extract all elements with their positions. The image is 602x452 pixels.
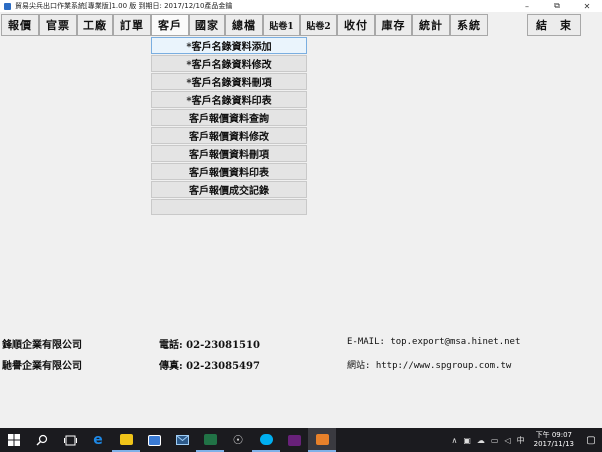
cloud-icon[interactable]: ☁ [477, 436, 485, 445]
menu-stick-roll-1[interactable]: 貼卷1 [263, 14, 300, 36]
store-icon[interactable] [140, 428, 168, 452]
company-fax: 傳真: 02-23085497 [159, 361, 260, 372]
menu-country[interactable]: 國家 [189, 14, 225, 36]
file-explorer-icon[interactable] [112, 428, 140, 452]
ime-indicator[interactable]: 中 [517, 435, 525, 446]
menu-invoice[interactable]: 官票 [39, 14, 77, 36]
menu-bar: 報價 官票 工廠 訂單 客戶 國家 總檔 貼卷1 貼卷2 收付 庫存 統計 系統… [0, 14, 602, 36]
menu-master-file[interactable]: 總檔 [225, 14, 263, 36]
dropdown-item-query-quote[interactable]: 客戶報價資料查詢 [151, 109, 307, 126]
taskbar: e ☉ ∧ ▣ ☁ ▭ ◁ 中 下午 09:07 2017/11/13 ▢ [0, 428, 602, 452]
dropdown-item-add-customer[interactable]: *客戶名錄資料添加 [151, 37, 307, 54]
visual-studio-icon[interactable] [280, 428, 308, 452]
company-website: 網站: http://www.spgroup.com.tw [347, 361, 512, 371]
customer-dropdown: *客戶名錄資料添加 *客戶名錄資料修改 *客戶名錄資料刪項 *客戶名錄資料印表 … [151, 37, 307, 216]
dropdown-item-deal-record[interactable]: 客戶報價成交記錄 [151, 181, 307, 198]
title-bar: 貿易尖兵出口作業系統[專業版]1.00 版 到期日: 2017/12/10產品金… [0, 0, 602, 12]
excel-icon[interactable] [196, 428, 224, 452]
menu-stick-roll-2[interactable]: 貼卷2 [300, 14, 337, 36]
company-name-2: 馳譽企業有限公司 [2, 361, 82, 372]
edge-browser-icon[interactable]: e [84, 428, 112, 452]
app-icon [4, 2, 11, 10]
dropdown-item-print-quote[interactable]: 客戶報價資料印表 [151, 163, 307, 180]
close-icon[interactable]: ✕ [572, 0, 602, 12]
dropdown-item-edit-quote[interactable]: 客戶報價資料修改 [151, 127, 307, 144]
system-tray: ∧ ▣ ☁ ▭ ◁ 中 下午 09:07 2017/11/13 ▢ [449, 428, 602, 452]
satellite-app-icon[interactable]: ☉ [224, 428, 252, 452]
battery-icon[interactable]: ▭ [491, 436, 499, 445]
restore-icon[interactable]: ⧉ [542, 0, 572, 12]
volume-icon[interactable]: ◁ [504, 436, 510, 445]
task-view-icon[interactable] [56, 428, 84, 452]
dropdown-item-print-customer[interactable]: *客戶名錄資料印表 [151, 91, 307, 108]
menu-system[interactable]: 系統 [450, 14, 488, 36]
window-title: 貿易尖兵出口作業系統[專業版]1.00 版 到期日: 2017/12/10產品金… [15, 2, 233, 10]
dropdown-item-empty[interactable] [151, 199, 307, 215]
dropdown-item-edit-customer[interactable]: *客戶名錄資料修改 [151, 55, 307, 72]
menu-quote[interactable]: 報價 [1, 14, 39, 36]
menu-order[interactable]: 訂單 [113, 14, 151, 36]
trade-app-icon[interactable] [308, 428, 336, 452]
dropdown-item-delete-quote[interactable]: 客戶報價資料刪項 [151, 145, 307, 162]
company-phone: 電話: 02-23081510 [159, 340, 260, 351]
menu-payments[interactable]: 收付 [337, 14, 375, 36]
menu-statistics[interactable]: 統計 [412, 14, 450, 36]
menu-factory[interactable]: 工廠 [77, 14, 113, 36]
company-email: E-MAIL: top.export@msa.hinet.net [347, 337, 521, 347]
windows-start-icon[interactable] [0, 428, 28, 452]
chevron-up-icon[interactable]: ∧ [452, 436, 458, 445]
clock[interactable]: 下午 09:07 2017/11/13 [534, 431, 574, 449]
network-icon[interactable]: ▣ [463, 436, 471, 445]
skype-icon[interactable] [252, 428, 280, 452]
notification-icon[interactable]: ▢ [580, 428, 602, 452]
minimize-icon[interactable]: – [512, 0, 542, 12]
company-name-1: 鋒順企業有限公司 [2, 340, 82, 351]
dropdown-item-delete-customer[interactable]: *客戶名錄資料刪項 [151, 73, 307, 90]
mail-icon[interactable] [168, 428, 196, 452]
menu-customer[interactable]: 客戶 [151, 14, 189, 36]
exit-button[interactable]: 結 束 [527, 14, 581, 36]
search-icon[interactable] [28, 428, 56, 452]
menu-inventory[interactable]: 庫存 [375, 14, 412, 36]
clock-date: 2017/11/13 [533, 440, 574, 448]
clock-time: 下午 09:07 [535, 431, 573, 439]
window-controls: – ⧉ ✕ [512, 0, 602, 12]
